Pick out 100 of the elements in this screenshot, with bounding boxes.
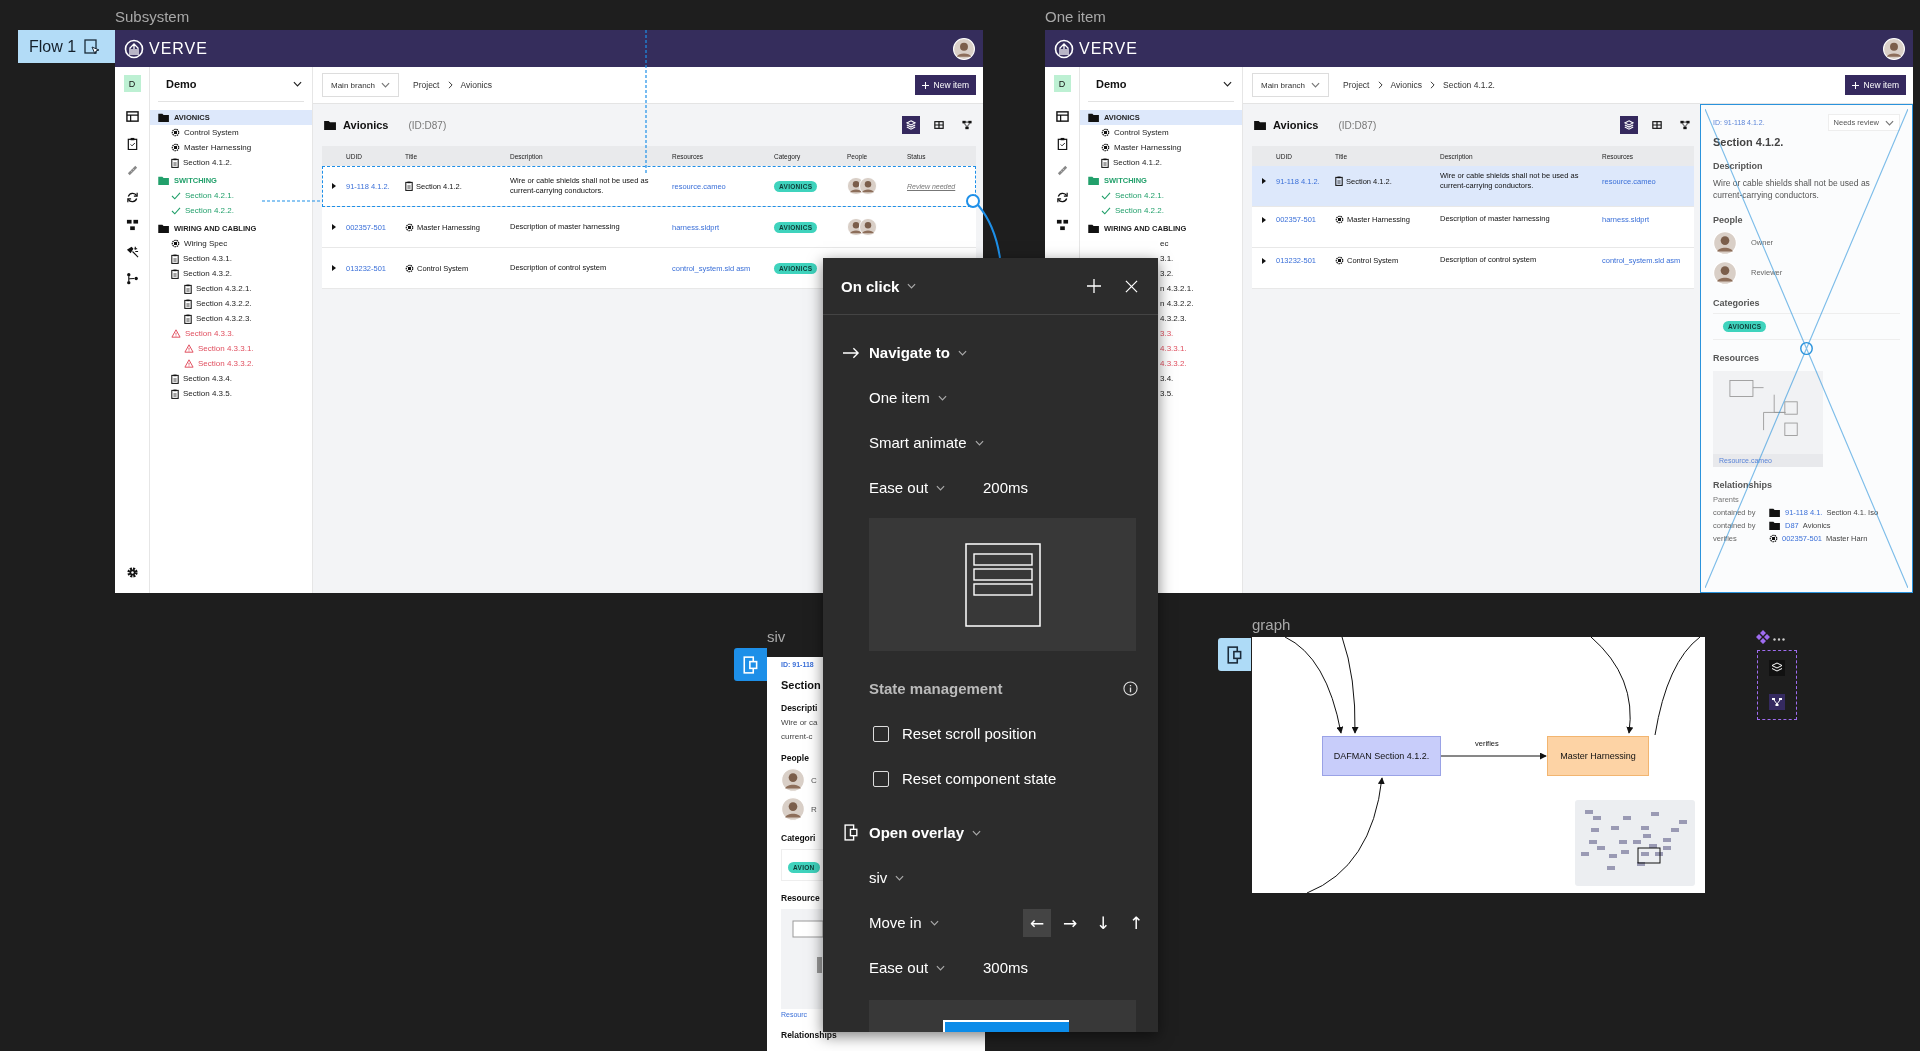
checkbox[interactable]	[873, 725, 889, 742]
tree-item[interactable]: Section 4.3.4.	[150, 371, 312, 386]
project-badge[interactable]: D	[123, 75, 141, 92]
tree-item[interactable]: Wiring Spec	[150, 236, 312, 251]
tree-item[interactable]: Section 4.3.5.	[150, 386, 312, 401]
branch-icon[interactable]	[125, 272, 139, 285]
settings-icon[interactable]	[125, 566, 139, 579]
dropdown[interactable]: Move in	[869, 914, 939, 931]
tree-item[interactable]: 3.3.	[1160, 326, 1174, 341]
dropdown[interactable]: Smart animate	[869, 434, 984, 451]
breadcrumb-link[interactable]: Project	[1343, 80, 1370, 90]
action-dropdown[interactable]: Open overlay	[869, 824, 982, 841]
sync-icon[interactable]	[125, 191, 139, 204]
component-icon[interactable]	[1756, 630, 1770, 644]
breadcrumb-link[interactable]: Section 4.1.2.	[1443, 80, 1495, 90]
duration-value[interactable]: 200ms	[983, 479, 1029, 496]
ruler-icon[interactable]	[1055, 164, 1069, 177]
checkbox[interactable]	[873, 770, 889, 787]
tree-item[interactable]: Section 4.3.2.1.	[150, 281, 312, 296]
folder-id: (ID:D87)	[408, 119, 447, 131]
table-icon[interactable]	[1055, 110, 1069, 123]
direction-button[interactable]: →	[1056, 908, 1084, 937]
tree-item[interactable]: Section 4.1.2.	[150, 155, 312, 170]
graph-node[interactable]: DAFMAN Section 4.1.2.	[1322, 736, 1441, 776]
tree-item[interactable]: Section 4.2.2.	[150, 203, 312, 218]
tree-item[interactable]: ec	[1160, 236, 1169, 251]
avatar	[953, 37, 975, 60]
tree-item[interactable]: 4.3.3.2.	[1160, 356, 1187, 371]
dropdown[interactable]: Ease out	[869, 479, 946, 496]
tree-item[interactable]: 3.2.	[1160, 266, 1174, 281]
tree-icon[interactable]	[1055, 218, 1069, 231]
direction-button[interactable]: ↓	[1089, 908, 1117, 937]
new-item-button[interactable]: New item	[914, 75, 976, 95]
more-icon[interactable]	[1773, 638, 1785, 641]
clip-icon[interactable]	[125, 137, 139, 150]
view-toggle[interactable]	[902, 116, 920, 134]
duration-value[interactable]: 300ms	[983, 959, 1029, 976]
new-item-button[interactable]: New item	[1844, 75, 1906, 95]
tree-item[interactable]: n 4.3.2.1.	[1160, 281, 1194, 296]
ruler-icon[interactable]	[125, 164, 139, 177]
tree-item[interactable]: Section 4.3.1.	[150, 251, 312, 266]
dropdown[interactable]: One item	[869, 389, 947, 406]
tree-item[interactable]: Section 4.3.3.1.	[150, 341, 312, 356]
clip-icon[interactable]	[1055, 137, 1069, 150]
tool-icon[interactable]	[125, 245, 139, 258]
view-toggle[interactable]	[1620, 116, 1638, 134]
tree-item[interactable]: Section 4.1.2.	[1080, 155, 1242, 170]
project-selector[interactable]: Demo	[1088, 67, 1234, 102]
checkbox-label[interactable]: Reset component state	[902, 770, 1057, 787]
sync-icon[interactable]	[1055, 191, 1069, 204]
frame-label[interactable]: Subsystem	[115, 8, 190, 25]
tree-item[interactable]: n 4.3.2.2.	[1160, 296, 1194, 311]
tree-item[interactable]: Section 4.2.2.	[1080, 203, 1242, 218]
graph-node[interactable]: Master Harnessing	[1547, 736, 1649, 776]
breadcrumb-link[interactable]: Avionics	[1390, 80, 1422, 90]
plus-icon[interactable]	[1087, 279, 1101, 293]
project-badge[interactable]: D	[1053, 75, 1071, 92]
info-icon[interactable]	[1123, 681, 1138, 696]
tree-item[interactable]: 4.3.2.3.	[1160, 311, 1187, 326]
tree-icon[interactable]	[125, 218, 139, 231]
logo-icon	[124, 38, 144, 59]
frame-label[interactable]: One item	[1045, 8, 1106, 25]
branch-dropdown[interactable]: Main branch	[1252, 73, 1330, 97]
tree-item[interactable]: Control System	[150, 125, 312, 140]
project-selector[interactable]: Demo	[158, 67, 304, 102]
tree-item[interactable]: 3.4.	[1160, 371, 1174, 386]
close-icon[interactable]	[1125, 279, 1138, 293]
direction-button[interactable]: ←	[1023, 908, 1051, 937]
avatar	[859, 177, 877, 195]
tree-item[interactable]: Section 4.3.3.	[150, 326, 312, 341]
branch-dropdown[interactable]: Main branch	[322, 73, 400, 97]
tree-item[interactable]: Section 4.2.1.	[150, 188, 312, 203]
checkbox-label[interactable]: Reset scroll position	[902, 725, 1037, 742]
person-role: C	[811, 775, 817, 785]
direction-button[interactable]: ↑	[1122, 908, 1150, 937]
tree-item[interactable]: 3.1.	[1160, 251, 1174, 266]
avatar	[859, 218, 877, 236]
chevron-right-icon	[1430, 81, 1435, 89]
tree-item[interactable]: Section 4.3.2.	[150, 266, 312, 281]
frame-label[interactable]: graph	[1252, 616, 1291, 633]
tree-item[interactable]: Section 4.3.2.3.	[150, 311, 312, 326]
frame-label[interactable]: siv	[767, 628, 786, 645]
tree-item[interactable]: Master Harnessing	[1080, 140, 1242, 155]
flow-badge[interactable]: Flow 1	[18, 30, 115, 63]
tree-item[interactable]: Section 4.3.3.2.	[150, 356, 312, 371]
tree-item[interactable]: Section 4.2.1.	[1080, 188, 1242, 203]
action-dropdown[interactable]: Navigate to	[869, 344, 967, 361]
overlay-icon[interactable]	[1218, 638, 1251, 671]
tree-item[interactable]: Section 4.3.2.2.	[150, 296, 312, 311]
breadcrumb-link[interactable]: Avionics	[460, 80, 492, 90]
breadcrumb-link[interactable]: Project	[413, 80, 440, 90]
dropdown[interactable]: Ease out	[869, 959, 946, 976]
tree-item[interactable]: Control System	[1080, 125, 1242, 140]
dropdown[interactable]: siv	[869, 869, 905, 886]
table-icon[interactable]	[125, 110, 139, 123]
tree-item[interactable]: 3.5.	[1160, 386, 1174, 401]
section-heading: Categories	[1713, 297, 1760, 308]
tree-item[interactable]: 4.3.3.1.	[1160, 341, 1187, 356]
component-set[interactable]	[1757, 650, 1797, 720]
tree-item[interactable]: Master Harnessing	[150, 140, 312, 155]
